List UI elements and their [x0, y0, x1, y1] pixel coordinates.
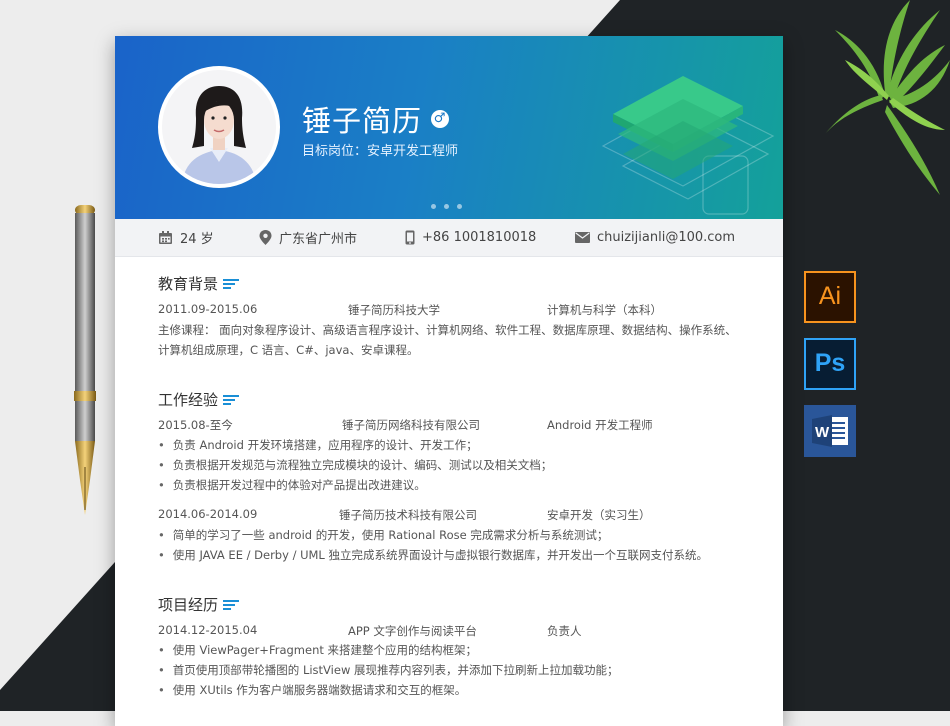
illustrator-icon: Ai [804, 271, 856, 323]
email-item: chuizijianli@100.com [575, 219, 735, 256]
info-bar: 24 岁 广东省广州市 +86 1001810018 chuizijianli@… [115, 219, 783, 257]
section-title-text: 项目经历 [158, 596, 219, 614]
photoshop-icon: Ps [804, 338, 856, 390]
word-label: W [815, 424, 830, 441]
edu-courses-line2: 计算机组成原理，C 语言、C#、java、安卓课程。 [158, 343, 419, 357]
section-title-education: 教育背景 [158, 273, 240, 294]
age-text: 24 岁 [180, 232, 214, 247]
title-lines-icon [223, 394, 240, 405]
calendar-icon [159, 231, 172, 244]
project-bullet: 使用 ViewPager+Fragment 来搭建整个应用的结构框架； [158, 642, 477, 658]
pen-decoration [74, 205, 96, 515]
job2-bullet: 使用 JAVA EE / Derby / UML 独立完成系统界面设计与虚拟银行… [158, 547, 708, 563]
section-title-text: 工作经验 [158, 391, 219, 409]
section-title-text: 教育背景 [158, 275, 219, 293]
location-item: 广东省广州市 [259, 219, 357, 256]
title-lines-icon [223, 599, 240, 610]
mail-icon [575, 232, 590, 243]
candidate-name: 锤子简历 ♂ [302, 98, 450, 140]
job1-company: 锤子简历网络科技有限公司 [342, 418, 480, 432]
project-bullet: 使用 XUtils 作为客户端服务器端数据请求和交互的框架。 [158, 682, 467, 698]
section-title-project: 项目经历 [158, 594, 240, 615]
project-bullet: 首页使用顶部带轮播图的 ListView 展现推荐内容列表，并添加下拉刷新上拉加… [158, 662, 619, 678]
phone-item: +86 1001810018 [405, 219, 536, 256]
job2-bullet: 简单的学习了一些 android 的开发，使用 Rational Rose 完成… [158, 527, 609, 543]
project-role: 负责人 [547, 624, 582, 638]
phone-text: +86 1001810018 [422, 230, 537, 245]
job1-period: 2015.08-至今 [158, 418, 233, 432]
job1-role: Android 开发工程师 [547, 418, 653, 432]
project-name: APP 文字创作与阅读平台 [348, 624, 477, 638]
header-banner: 锤子简历 ♂ 目标岗位：安卓开发工程师 [115, 36, 783, 219]
profile-photo [162, 70, 276, 184]
isometric-decoration [601, 76, 775, 215]
dot [444, 204, 449, 209]
location-pin-icon [259, 230, 272, 245]
title-lines-icon [223, 278, 240, 289]
section-title-work: 工作经验 [158, 389, 240, 410]
avatar [158, 66, 280, 188]
job1-bullet: 负责 Android 开发环境搭建，应用程序的设计、开发工作； [158, 437, 478, 453]
job2-period: 2014.06-2014.09 [158, 507, 258, 521]
name-text: 锤子简历 [302, 104, 423, 138]
carousel-dots [431, 204, 462, 209]
dot [431, 204, 436, 209]
edu-school: 锤子简历科技大学 [348, 303, 440, 317]
edu-period: 2011.09-2015.06 [158, 302, 258, 316]
resume-paper: 锤子简历 ♂ 目标岗位：安卓开发工程师 24 岁 广东省广州市 +86 1001… [115, 36, 783, 726]
job1-bullet: 负责根据开发过程中的体验对产品提出改进建议。 [158, 477, 426, 493]
male-symbol-icon: ♂ [431, 110, 450, 128]
project-period: 2014.12-2015.04 [158, 623, 258, 637]
word-icon: W [804, 405, 856, 457]
job2-role: 安卓开发（实习生） [547, 508, 651, 522]
dot [457, 204, 462, 209]
job2-company: 锤子简历技术科技有限公司 [339, 508, 477, 522]
target-position: 目标岗位：安卓开发工程师 [302, 144, 459, 159]
job1-bullet: 负责根据开发规范与流程独立完成模块的设计、编码、测试以及相关文档； [158, 457, 553, 473]
edu-major: 计算机与科学（本科） [547, 303, 662, 317]
email-text: chuizijianli@100.com [597, 230, 736, 245]
edu-courses-line1: 主修课程： 面向对象程序设计、高级语言程序设计、计算机网络、软件工程、数据库原理… [158, 323, 737, 337]
plant-decoration [820, 0, 950, 195]
age-item: 24 岁 [158, 219, 214, 256]
phone-icon [405, 230, 415, 245]
word-logo-icon: W [812, 415, 848, 447]
location-text: 广东省广州市 [279, 232, 358, 247]
